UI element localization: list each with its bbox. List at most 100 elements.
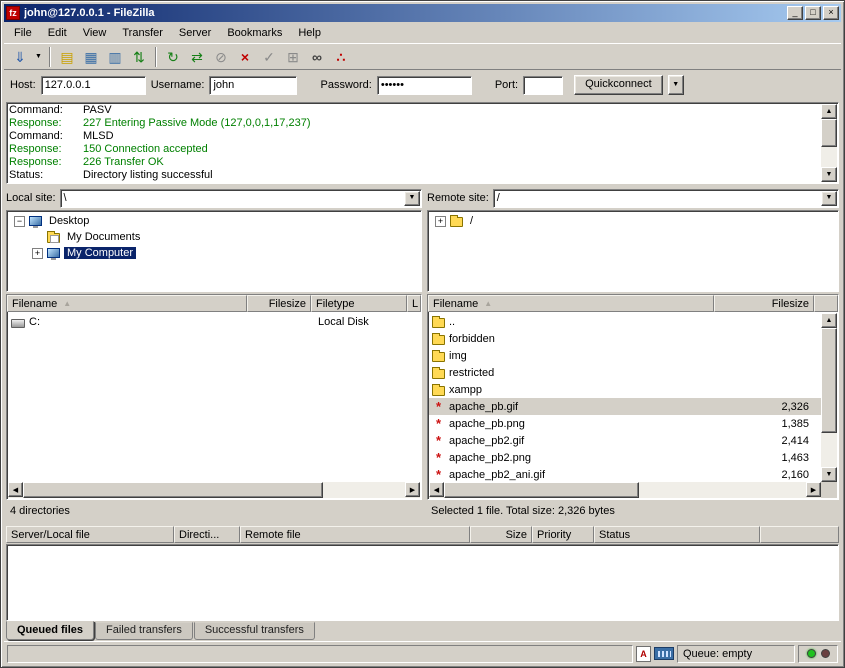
disconnect-button[interactable]: ⊘ bbox=[209, 46, 233, 68]
scrollbar-track[interactable] bbox=[821, 328, 837, 467]
toggle-queue-button[interactable]: ⇅ bbox=[127, 46, 151, 68]
toggle-remote-tree-button[interactable]: ▥ bbox=[103, 46, 127, 68]
tab-successful-transfers[interactable]: Successful transfers bbox=[194, 622, 315, 640]
port-input[interactable] bbox=[523, 76, 563, 95]
expand-icon[interactable]: + bbox=[435, 216, 446, 227]
transfer-type-icon[interactable]: A bbox=[636, 646, 651, 662]
menu-view[interactable]: View bbox=[75, 24, 115, 42]
scrollbar-thumb[interactable] bbox=[444, 482, 639, 498]
queue-column-remote-file[interactable]: Remote file bbox=[240, 526, 470, 543]
queue-column-priority[interactable]: Priority bbox=[532, 526, 594, 543]
tree-item-my-documents[interactable]: My Documents bbox=[8, 229, 420, 245]
scroll-right-icon[interactable]: ▶ bbox=[405, 482, 420, 497]
remote-site-combo[interactable]: / ▼ bbox=[493, 189, 839, 208]
local-site-combo[interactable]: \ ▼ bbox=[60, 189, 422, 208]
quickconnect-dropdown-button[interactable]: ▼ bbox=[668, 75, 684, 95]
scrollbar-thumb[interactable] bbox=[23, 482, 323, 498]
local-horizontal-scrollbar[interactable]: ◀ ▶ bbox=[8, 482, 420, 498]
synchronize-button[interactable]: ∴ bbox=[329, 46, 353, 68]
log-scrollbar[interactable]: ▲ ▼ bbox=[821, 104, 837, 182]
remote-file-row[interactable]: *apache_pb2.png 1,463 bbox=[429, 449, 821, 466]
cancel-button[interactable]: × bbox=[233, 46, 257, 68]
menu-server[interactable]: Server bbox=[171, 24, 219, 42]
scroll-left-icon[interactable]: ◀ bbox=[429, 482, 444, 497]
scroll-down-icon[interactable]: ▼ bbox=[821, 467, 837, 482]
queue-column-direction[interactable]: Directi... bbox=[174, 526, 240, 543]
remote-file-row[interactable]: .. bbox=[429, 313, 821, 330]
make-directory-button[interactable]: ⊞ bbox=[281, 46, 305, 68]
tab-queued-files[interactable]: Queued files bbox=[6, 621, 94, 640]
tree-item-root[interactable]: + / bbox=[429, 213, 837, 229]
scroll-left-icon[interactable]: ◀ bbox=[8, 482, 23, 497]
disconnect-icon: ⊘ bbox=[215, 50, 227, 64]
local-site-dropdown-button[interactable]: ▼ bbox=[404, 191, 420, 206]
remote-list-body: .. forbidden img restricted xampp bbox=[429, 313, 821, 482]
menu-help[interactable]: Help bbox=[290, 24, 329, 42]
column-header-filetype[interactable]: Filetype bbox=[311, 295, 407, 312]
column-header-filename[interactable]: Filename▲ bbox=[428, 295, 714, 312]
scroll-up-icon[interactable]: ▲ bbox=[821, 104, 837, 119]
toggle-local-tree-button[interactable]: ▦ bbox=[79, 46, 103, 68]
scrollbar-track[interactable] bbox=[23, 482, 405, 498]
chevron-down-icon: ▼ bbox=[826, 191, 833, 205]
username-input[interactable] bbox=[209, 76, 297, 95]
scrollbar-thumb[interactable] bbox=[821, 119, 837, 147]
menu-edit[interactable]: Edit bbox=[40, 24, 75, 42]
queue-column-server-local-file[interactable]: Server/Local file bbox=[6, 526, 174, 543]
remote-file-row[interactable]: img bbox=[429, 347, 821, 364]
process-queue-button[interactable]: ⇄ bbox=[185, 46, 209, 68]
maximize-button[interactable]: □ bbox=[805, 6, 821, 20]
password-label: Password: bbox=[320, 79, 371, 91]
queue-body[interactable] bbox=[6, 544, 839, 621]
log-line: Response:226 Transfer OK bbox=[9, 156, 820, 169]
queue-column-status[interactable]: Status bbox=[594, 526, 760, 543]
titlebar[interactable]: fz john@127.0.0.1 - FileZilla _ □ × bbox=[4, 4, 841, 22]
column-header-filesize[interactable]: Filesize bbox=[714, 295, 814, 312]
remote-file-row[interactable]: restricted bbox=[429, 364, 821, 381]
sort-asc-icon: ▲ bbox=[63, 299, 71, 308]
column-label: Filesize bbox=[269, 298, 306, 310]
minimize-button[interactable]: _ bbox=[787, 6, 803, 20]
remote-file-row[interactable]: *apache_pb2_ani.gif 2,160 bbox=[429, 466, 821, 482]
remote-file-row[interactable]: forbidden bbox=[429, 330, 821, 347]
binary-indicator-icon[interactable] bbox=[654, 647, 674, 660]
scroll-up-icon[interactable]: ▲ bbox=[821, 313, 837, 328]
local-file-row[interactable]: C: Local Disk bbox=[8, 313, 420, 330]
scroll-down-icon[interactable]: ▼ bbox=[821, 167, 837, 182]
menu-transfer[interactable]: Transfer bbox=[114, 24, 171, 42]
tree-item-my-computer[interactable]: + My Computer bbox=[8, 245, 420, 261]
site-manager-dropdown-button[interactable]: ▼ bbox=[32, 46, 45, 68]
scrollbar-thumb[interactable] bbox=[821, 328, 837, 433]
menu-bookmarks[interactable]: Bookmarks bbox=[219, 24, 290, 42]
remote-file-row[interactable]: xampp bbox=[429, 381, 821, 398]
expand-icon[interactable]: + bbox=[32, 248, 43, 259]
scroll-right-icon[interactable]: ▶ bbox=[806, 482, 821, 497]
column-header-filename[interactable]: Filename▲ bbox=[7, 295, 247, 312]
quickconnect-button[interactable]: Quickconnect bbox=[574, 75, 663, 95]
verify-button[interactable]: ✓ bbox=[257, 46, 281, 68]
scrollbar-track[interactable] bbox=[444, 482, 806, 498]
log-label: Status: bbox=[9, 169, 83, 182]
folder-icon bbox=[432, 369, 445, 379]
remote-file-row-selected[interactable]: *apache_pb.gif 2,326 bbox=[429, 398, 821, 415]
host-input[interactable] bbox=[41, 76, 146, 95]
scrollbar-track[interactable] bbox=[821, 119, 837, 167]
remote-horizontal-scrollbar[interactable]: ◀ ▶ bbox=[429, 482, 821, 498]
find-button[interactable]: ∞ bbox=[305, 46, 329, 68]
remote-site-dropdown-button[interactable]: ▼ bbox=[821, 191, 837, 206]
tree-item-desktop[interactable]: − Desktop bbox=[8, 213, 420, 229]
collapse-icon[interactable]: − bbox=[14, 216, 25, 227]
remote-vertical-scrollbar[interactable]: ▲ ▼ bbox=[821, 313, 837, 482]
password-input[interactable] bbox=[377, 76, 472, 95]
toggle-message-log-button[interactable]: ▤ bbox=[55, 46, 79, 68]
column-header-filesize[interactable]: Filesize bbox=[247, 295, 311, 312]
refresh-button[interactable]: ↻ bbox=[161, 46, 185, 68]
close-button[interactable]: × bbox=[823, 6, 839, 20]
queue-column-size[interactable]: Size bbox=[470, 526, 532, 543]
menu-file[interactable]: File bbox=[6, 24, 40, 42]
remote-file-row[interactable]: *apache_pb2.gif 2,414 bbox=[429, 432, 821, 449]
site-manager-button[interactable]: ⇓ bbox=[8, 46, 32, 68]
remote-file-row[interactable]: *apache_pb.png 1,385 bbox=[429, 415, 821, 432]
column-header-last-modified[interactable]: L bbox=[407, 295, 421, 312]
tab-failed-transfers[interactable]: Failed transfers bbox=[95, 622, 193, 640]
